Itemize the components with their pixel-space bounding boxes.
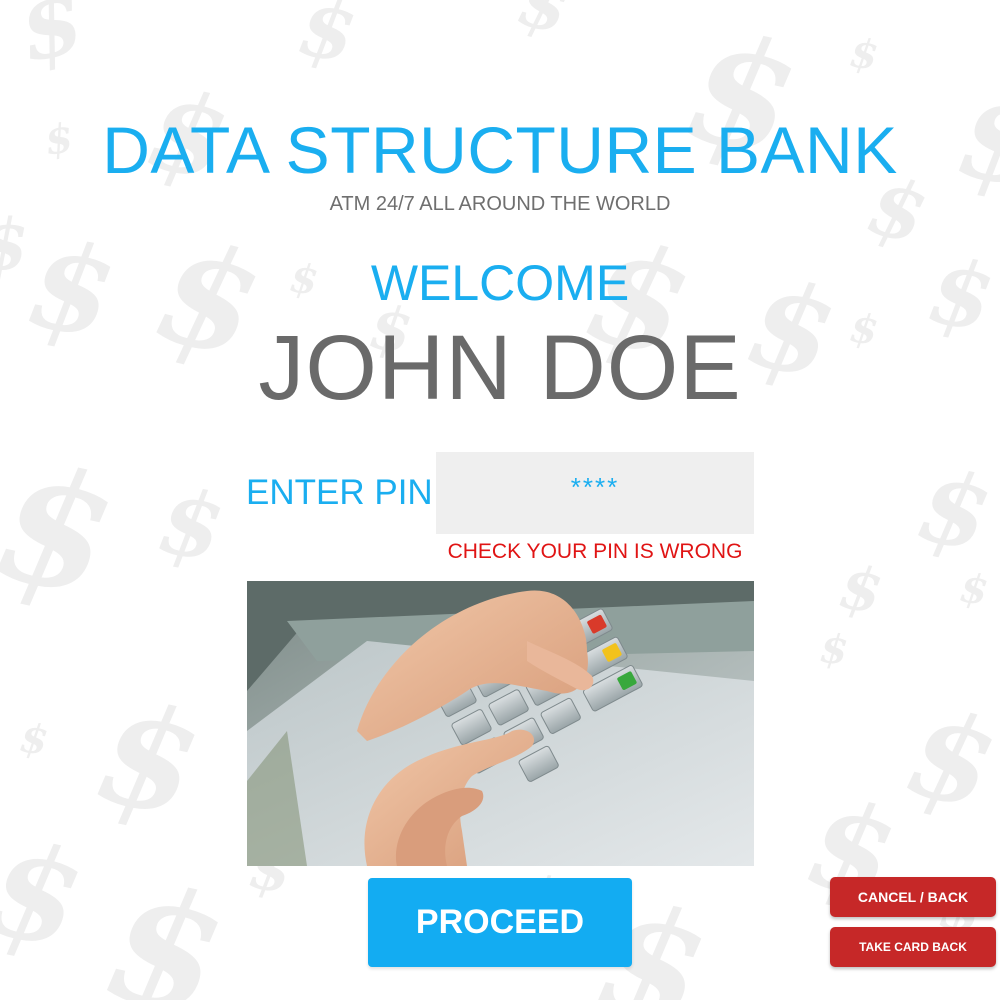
dollar-pattern-glyph: $: [894, 681, 1000, 839]
proceed-button[interactable]: PROCEED: [368, 878, 632, 967]
dollar-pattern-glyph: $: [292, 0, 364, 82]
bank-title: DATA STRUCTURE BANK: [102, 113, 898, 187]
dollar-pattern-glyph: $: [16, 714, 52, 765]
dollar-pattern-glyph: $: [846, 29, 882, 80]
bank-tagline: ATM 24/7 ALL AROUND THE WORLD: [329, 193, 671, 215]
atm-keypad-illustration: [247, 581, 754, 866]
dollar-pattern-glyph: $: [84, 669, 214, 851]
dollar-pattern-glyph: $: [834, 551, 888, 629]
take-card-back-button[interactable]: TAKE CARD BACK: [830, 927, 996, 967]
dollar-pattern-glyph: $: [9, 0, 93, 84]
user-name: JOHN DOE: [258, 317, 742, 419]
welcome-heading: WELCOME: [370, 255, 630, 311]
dollar-pattern-glyph: $: [817, 624, 851, 675]
dollar-pattern-glyph: $: [956, 564, 992, 615]
dollar-pattern-glyph: $: [510, 0, 579, 51]
pin-input[interactable]: [436, 452, 754, 534]
dollar-pattern-glyph: $: [91, 846, 240, 1000]
dollar-pattern-glyph: $: [151, 467, 232, 583]
dollar-pattern-glyph: $: [0, 426, 130, 634]
atm-screen: $$$$$$$$$$$$$$$$$$$$$$$$$$$$$$$$$$$ DATA…: [0, 0, 1000, 1000]
pin-error-message: CHECK YOUR PIN IS WRONG: [447, 540, 743, 563]
cancel-back-button[interactable]: CANCEL / BACK: [830, 877, 996, 917]
atm-keypad-photo: [247, 581, 754, 866]
pin-label: ENTER PIN: [246, 473, 433, 512]
dollar-pattern-glyph: $: [0, 810, 96, 979]
dollar-pattern-glyph: $: [908, 445, 1000, 575]
